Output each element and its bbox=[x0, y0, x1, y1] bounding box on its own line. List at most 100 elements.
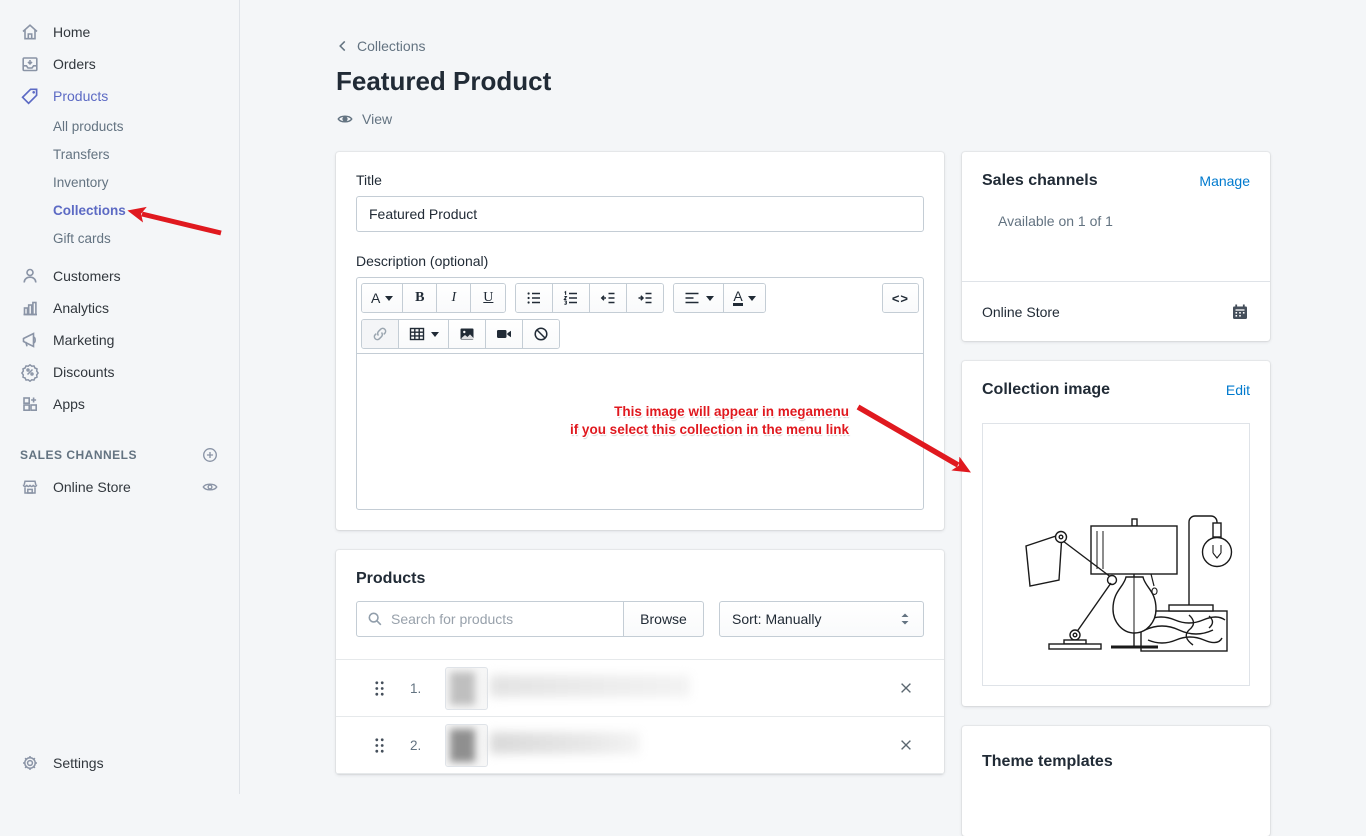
description-editing-area[interactable]: This image will appear in megamenu if yo… bbox=[357, 353, 923, 509]
sidebar-item-apps[interactable]: Apps bbox=[0, 388, 239, 420]
annotation-line-2: if you select this collection in the men… bbox=[570, 421, 849, 439]
sidebar-item-orders[interactable]: Orders bbox=[0, 48, 239, 80]
underline-button[interactable]: U bbox=[471, 284, 505, 312]
sub-item-label: Gift cards bbox=[53, 231, 111, 246]
breadcrumb[interactable]: Collections bbox=[336, 38, 1270, 54]
analytics-icon bbox=[20, 298, 40, 318]
link-button[interactable] bbox=[362, 320, 399, 348]
calendar-schedule-icon[interactable] bbox=[1230, 302, 1250, 322]
sidebar-item-products[interactable]: Products bbox=[0, 80, 239, 112]
eye-icon bbox=[336, 110, 354, 128]
code-view-button[interactable]: <> bbox=[883, 284, 918, 312]
sidebar-item-collections[interactable]: Collections bbox=[0, 196, 239, 224]
details-card: Title Description (optional) A bbox=[336, 152, 944, 530]
view-link[interactable]: View bbox=[336, 110, 1270, 128]
outdent-button[interactable] bbox=[590, 284, 627, 312]
code-label: <> bbox=[892, 291, 909, 306]
italic-label: I bbox=[452, 290, 457, 306]
product-thumbnail bbox=[445, 724, 488, 767]
product-list: 1. bbox=[336, 659, 944, 774]
sidebar-item-label: Online Store bbox=[53, 479, 188, 495]
sidebar-item-home[interactable]: Home bbox=[0, 16, 239, 48]
orders-icon bbox=[20, 54, 40, 74]
chevron-down-icon bbox=[431, 332, 439, 337]
sidebar-item-all-products[interactable]: All products bbox=[0, 112, 239, 140]
annotation-line-1: This image will appear in megamenu bbox=[570, 403, 849, 421]
text-style-dropdown-button[interactable]: A bbox=[362, 284, 403, 312]
indent-icon bbox=[636, 289, 654, 307]
italic-button[interactable]: I bbox=[437, 284, 471, 312]
search-products-input[interactable] bbox=[356, 601, 624, 637]
sidebar-item-label: Customers bbox=[53, 268, 121, 284]
sidebar-item-transfers[interactable]: Transfers bbox=[0, 140, 239, 168]
drag-handle-icon[interactable] bbox=[374, 737, 385, 754]
text-color-button[interactable]: A bbox=[724, 284, 764, 312]
underline-label: U bbox=[483, 290, 493, 306]
page-title: Featured Product bbox=[336, 66, 1270, 97]
sidebar-item-gift-cards[interactable]: Gift cards bbox=[0, 224, 239, 252]
chevron-left-icon bbox=[336, 39, 350, 53]
view-label: View bbox=[362, 111, 392, 127]
sidebar-item-label: Discounts bbox=[53, 364, 114, 380]
remove-product-button[interactable] bbox=[894, 676, 918, 700]
sidebar-item-discounts[interactable]: Discounts bbox=[0, 356, 239, 388]
clear-formatting-button[interactable] bbox=[523, 320, 559, 348]
product-name-redacted bbox=[490, 732, 640, 754]
indent-button[interactable] bbox=[627, 284, 663, 312]
sidebar-item-settings[interactable]: Settings bbox=[0, 746, 239, 794]
availability-text: Available on 1 of 1 bbox=[982, 213, 1250, 229]
sidebar-item-online-store[interactable]: Online Store bbox=[0, 471, 239, 503]
add-channel-icon[interactable] bbox=[201, 446, 219, 464]
sidebar: Home Orders Products All products Transf… bbox=[0, 0, 240, 794]
sub-item-label: Collections bbox=[53, 203, 126, 218]
bullet-list-button[interactable] bbox=[516, 284, 553, 312]
title-input[interactable] bbox=[356, 196, 924, 232]
annotation-text: This image will appear in megamenu if yo… bbox=[570, 403, 849, 439]
manage-link[interactable]: Manage bbox=[1199, 173, 1250, 189]
collection-image bbox=[982, 423, 1250, 686]
product-name-redacted bbox=[490, 675, 690, 697]
sales-channels-heading: Sales channels bbox=[982, 172, 1098, 190]
products-card: Products Browse S bbox=[336, 550, 944, 774]
sidebar-item-customers[interactable]: Customers bbox=[0, 260, 239, 292]
remove-product-button[interactable] bbox=[894, 733, 918, 757]
products-tag-icon bbox=[20, 86, 40, 106]
align-dropdown-button[interactable] bbox=[674, 284, 724, 312]
product-index: 2. bbox=[410, 738, 432, 753]
chevron-down-icon bbox=[706, 296, 714, 301]
edit-link[interactable]: Edit bbox=[1226, 382, 1250, 398]
outdent-icon bbox=[599, 289, 617, 307]
sort-select[interactable]: Sort: Manually bbox=[719, 601, 924, 637]
chevron-down-icon bbox=[748, 296, 756, 301]
sidebar-item-marketing[interactable]: Marketing bbox=[0, 324, 239, 356]
rich-text-editor: A B I U bbox=[356, 277, 924, 510]
image-icon bbox=[458, 325, 476, 343]
insert-video-button[interactable] bbox=[486, 320, 523, 348]
collection-image-heading: Collection image bbox=[982, 381, 1110, 399]
chevron-down-icon bbox=[385, 296, 393, 301]
products-heading: Products bbox=[356, 570, 924, 588]
sub-item-label: Transfers bbox=[53, 147, 110, 162]
sales-channels-label: SALES CHANNELS bbox=[20, 448, 137, 462]
visibility-eye-icon[interactable] bbox=[201, 478, 219, 496]
apps-icon bbox=[20, 394, 40, 414]
numbered-list-icon bbox=[562, 289, 580, 307]
drag-handle-icon[interactable] bbox=[374, 680, 385, 697]
sidebar-item-label: Home bbox=[53, 24, 90, 40]
main-area: Collections Featured Product View Title … bbox=[240, 0, 1366, 794]
browse-button[interactable]: Browse bbox=[624, 601, 704, 637]
numbered-list-button[interactable] bbox=[553, 284, 590, 312]
bold-button[interactable]: B bbox=[403, 284, 437, 312]
discounts-icon bbox=[20, 362, 40, 382]
sort-caret-icon bbox=[899, 612, 911, 626]
video-camera-icon bbox=[495, 325, 513, 343]
marketing-megaphone-icon bbox=[20, 330, 40, 350]
title-label: Title bbox=[356, 172, 924, 188]
text-style-label: A bbox=[371, 290, 380, 306]
sidebar-item-inventory[interactable]: Inventory bbox=[0, 168, 239, 196]
product-row-1: 1. bbox=[336, 660, 944, 717]
bullet-list-icon bbox=[525, 289, 543, 307]
insert-image-button[interactable] bbox=[449, 320, 486, 348]
table-dropdown-button[interactable] bbox=[399, 320, 449, 348]
sidebar-item-analytics[interactable]: Analytics bbox=[0, 292, 239, 324]
